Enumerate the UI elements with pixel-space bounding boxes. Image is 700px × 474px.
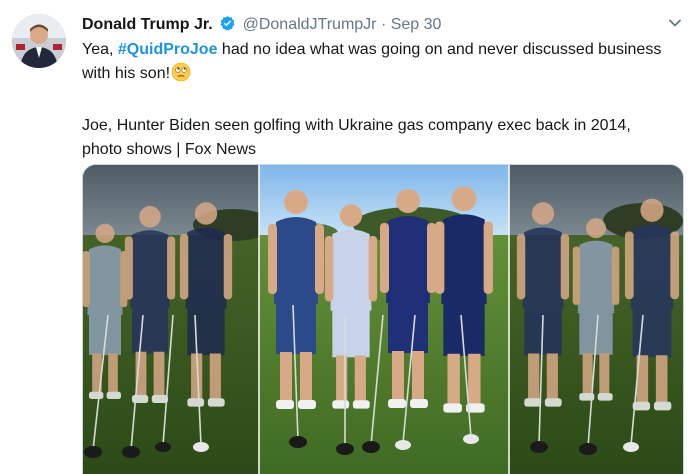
verified-badge-icon	[219, 15, 236, 38]
media-photo[interactable]	[82, 164, 684, 474]
avatar-image	[12, 14, 66, 68]
text-before-hashtag: Yea,	[82, 41, 118, 58]
tweet-header: Donald Trump Jr. @DonaldJTrumpJr · Sep 3…	[82, 15, 441, 38]
hashtag-link[interactable]: #QuidProJoe	[118, 41, 218, 58]
tweet-paragraph-2: Joe, Hunter Biden seen golfing with Ukra…	[82, 117, 631, 158]
photo-of-four-men-golfing-icon	[83, 165, 683, 474]
handle[interactable]: @DonaldJTrumpJr	[243, 16, 377, 33]
tweet-paragraph-1: Yea, #QuidProJoe had no idea what was go…	[82, 38, 672, 90]
display-name[interactable]: Donald Trump Jr.	[82, 16, 213, 33]
avatar[interactable]	[12, 14, 66, 68]
face-with-rolling-eyes-icon	[171, 62, 191, 90]
timestamp[interactable]: Sep 30	[391, 16, 442, 33]
chevron-down-icon[interactable]	[668, 16, 682, 30]
tweet: Donald Trump Jr. @DonaldJTrumpJr · Sep 3…	[0, 0, 700, 474]
separator-dot: ·	[380, 16, 387, 33]
tweet-text: Yea, #QuidProJoe had no idea what was go…	[82, 38, 672, 162]
